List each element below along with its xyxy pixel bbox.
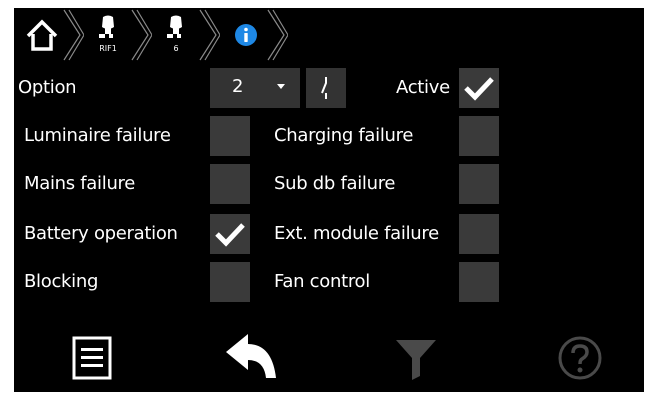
- switch-icon: [321, 77, 327, 99]
- menu-list-icon: [72, 336, 112, 380]
- breadcrumb-label: RIF1: [99, 44, 117, 53]
- plug-icon: [99, 15, 114, 38]
- fan-control-checkbox[interactable]: [459, 262, 499, 302]
- back-button[interactable]: [220, 330, 280, 386]
- menu-button[interactable]: [62, 330, 122, 386]
- ext-module-failure-checkbox[interactable]: [459, 214, 499, 254]
- luminaire-failure-checkbox[interactable]: [210, 116, 250, 156]
- breadcrumb-item-rif1[interactable]: RIF1: [86, 8, 130, 62]
- option-select[interactable]: 2: [210, 68, 300, 108]
- chevron-down-icon: [277, 84, 285, 89]
- battery-operation-checkbox[interactable]: [210, 214, 250, 254]
- mains-failure-label: Mains failure: [24, 173, 136, 194]
- mains-failure-checkbox[interactable]: [210, 164, 250, 204]
- info-icon: [235, 24, 257, 46]
- breadcrumb-home[interactable]: [20, 8, 64, 62]
- breadcrumb-separator: [267, 9, 288, 61]
- breadcrumb-separator: [199, 9, 220, 61]
- option-select-value: 2: [232, 76, 244, 97]
- blocking-label: Blocking: [24, 271, 99, 292]
- breadcrumb-item-info[interactable]: [226, 8, 266, 62]
- fan-control-label: Fan control: [274, 271, 370, 292]
- luminaire-failure-label: Luminaire failure: [24, 125, 171, 146]
- charging-failure-checkbox[interactable]: [459, 116, 499, 156]
- sub-db-failure-label: Sub db failure: [274, 173, 396, 194]
- breadcrumb-separator: [131, 9, 152, 61]
- filter-button[interactable]: [386, 330, 446, 386]
- switch-button[interactable]: [306, 68, 346, 108]
- breadcrumb-item-6[interactable]: 6: [154, 8, 198, 62]
- blocking-checkbox[interactable]: [210, 262, 250, 302]
- active-label: Active: [396, 77, 450, 98]
- active-checkbox[interactable]: [459, 68, 499, 108]
- help-button[interactable]: [550, 330, 610, 386]
- option-label: Option: [18, 77, 77, 98]
- charging-failure-label: Charging failure: [274, 125, 414, 146]
- back-arrow-icon: [226, 334, 276, 378]
- screen: RIF1 6 Option 2 Active Luminaire failure…: [14, 8, 644, 392]
- checkmark-icon: [215, 223, 245, 247]
- help-icon: [558, 336, 602, 380]
- checkmark-icon: [464, 77, 494, 101]
- breadcrumb-separator: [63, 9, 84, 61]
- plug-icon: [167, 15, 182, 38]
- breadcrumb-label: 6: [173, 44, 179, 53]
- battery-operation-label: Battery operation: [24, 223, 178, 244]
- filter-icon: [396, 340, 436, 380]
- ext-module-failure-label: Ext. module failure: [274, 223, 439, 244]
- home-icon: [26, 19, 58, 51]
- sub-db-failure-checkbox[interactable]: [459, 164, 499, 204]
